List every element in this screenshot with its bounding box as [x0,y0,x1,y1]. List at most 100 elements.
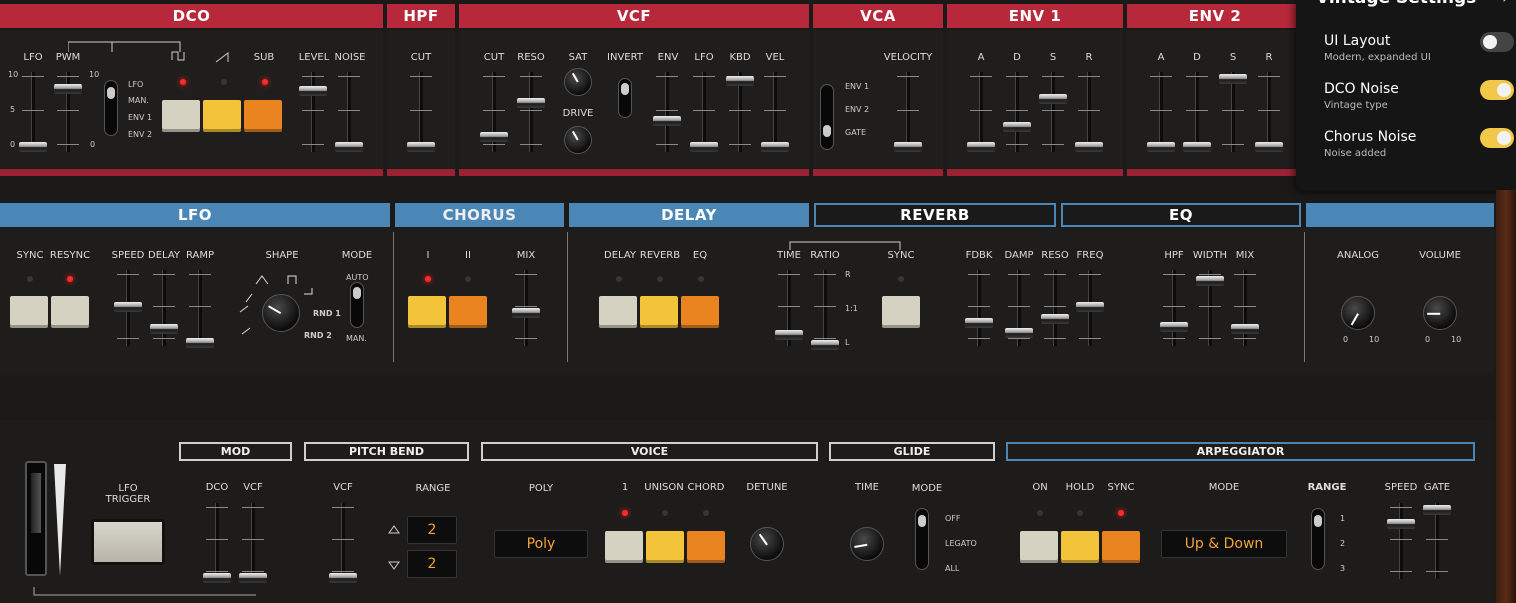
vcf-drive-label: DRIVE [562,108,594,119]
voice-detune-knob[interactable] [750,527,784,561]
lfo-ramp-fader[interactable] [185,270,215,348]
vcf-reso-fader[interactable] [516,72,546,152]
reverb-reso-fader[interactable] [1040,270,1070,346]
glide-time-knob[interactable] [850,527,884,561]
scale-max: 10 [89,70,100,79]
hpf-cut-fader[interactable] [406,72,436,152]
env1-s-fader[interactable] [1038,72,1068,152]
arp-on-button[interactable] [1020,531,1058,563]
scale-min: 0 [90,140,96,149]
lfo-resync-button[interactable] [51,296,89,328]
vca-velocity-fader[interactable] [893,72,923,152]
env2-d-fader[interactable] [1182,72,1212,152]
voice-unison-label: UNISON [644,482,684,493]
arp-mode-display[interactable]: Up & Down [1161,530,1287,558]
section-header-output [1306,203,1494,227]
eq-mix-fader[interactable] [1230,270,1260,346]
dco-source-env2: ENV 2 [128,130,153,139]
setting-chorus-noise-sub: Noise added [1324,148,1387,159]
dco-pulse-button[interactable] [162,100,200,132]
glide-mode-off: OFF [945,514,961,523]
eq-hpf-fader[interactable] [1159,270,1189,346]
dco-pulse-led [180,79,186,85]
analog-min: 0 [1343,335,1349,344]
dco-lfo-fader[interactable] [18,72,48,152]
chorus-noise-toggle[interactable] [1480,128,1514,148]
glide-box-header: GLIDE [829,442,995,461]
arp-hold-button[interactable] [1061,531,1099,563]
ui-layout-toggle[interactable] [1480,32,1514,52]
pitch-range-up-display[interactable]: 2 [407,516,457,544]
vcf-lfo-fader[interactable] [689,72,719,152]
chorus-i-label: I [426,250,430,261]
glide-mode-switch[interactable] [915,508,929,570]
eq-enable-button[interactable] [681,296,719,328]
arp-range-switch[interactable] [1311,508,1325,570]
voice-unison-button[interactable] [646,531,684,563]
env2-s-fader[interactable] [1218,72,1248,152]
dco-source-switch[interactable] [104,80,118,136]
pitch-range-down-display[interactable]: 2 [407,550,457,578]
lfo-sync-button[interactable] [10,296,48,328]
eq-width-fader[interactable] [1195,270,1225,346]
section-header-env2: ENV 2 [1127,4,1303,28]
delay-enable-button[interactable] [599,296,637,328]
env2-a-fader[interactable] [1146,72,1176,152]
voice-1-button[interactable] [605,531,643,563]
delay-ratio-fader[interactable] [810,270,840,350]
voice-poly-display[interactable]: Poly [494,530,588,558]
dco-level-fader[interactable] [298,72,328,152]
vcf-env-fader[interactable] [652,72,682,152]
volume-knob[interactable] [1423,296,1457,330]
arp-speed-fader[interactable] [1386,503,1416,579]
delay-reverb-label: REVERB [639,250,681,261]
reverb-damp-fader[interactable] [1004,270,1034,346]
chorus-i-button[interactable] [408,296,446,328]
chorus-mix-fader[interactable] [511,270,541,346]
delay-sync-button[interactable] [882,296,920,328]
lfo-trigger-button[interactable] [91,519,165,565]
vcf-cut-fader[interactable] [479,72,509,152]
volume-max: 10 [1451,335,1462,344]
vcf-sat-knob[interactable] [564,68,592,96]
dco-noise-fader[interactable] [334,72,364,152]
settings-close-icon[interactable]: › [1502,0,1509,8]
mod-dco-fader[interactable] [202,503,232,583]
env2-r-fader[interactable] [1254,72,1284,152]
divider [567,232,568,362]
pitch-vcf-label: VCF [333,482,353,493]
lfo-mode-switch[interactable] [350,282,364,328]
delay-time-label: TIME [776,250,802,261]
dco-pwm-fader[interactable] [53,72,83,152]
reverb-fdbk-fader[interactable] [964,270,994,346]
pitch-bend-box-header: PITCH BEND [304,442,469,461]
dco-sub-button[interactable] [244,100,282,132]
lfo-speed-fader[interactable] [113,270,143,346]
vca-mode-switch[interactable] [820,84,834,150]
reverb-enable-button[interactable] [640,296,678,328]
pitch-bender[interactable] [25,461,47,576]
env1-a-fader[interactable] [966,72,996,152]
vcf-drive-knob[interactable] [564,126,592,154]
vcf-kbd-fader[interactable] [725,72,755,152]
arp-sync-button[interactable] [1102,531,1140,563]
section-header-vca: VCA [813,4,943,28]
voice-chord-button[interactable] [687,531,725,563]
env1-d-fader[interactable] [1002,72,1032,152]
mod-vcf-fader[interactable] [238,503,268,583]
env1-r-fader[interactable] [1074,72,1104,152]
reverb-freq-fader[interactable] [1075,270,1105,346]
chorus-ii-button[interactable] [449,296,487,328]
delay-time-fader[interactable] [774,270,804,346]
pitch-vcf-fader[interactable] [328,503,358,583]
mod-wheel[interactable] [52,462,68,578]
arp-gate-fader[interactable] [1422,503,1452,579]
analog-knob[interactable] [1341,296,1375,330]
dco-noise-toggle[interactable] [1480,80,1514,100]
vcf-invert-switch[interactable] [618,78,632,118]
lfo-delay-fader[interactable] [149,270,179,346]
section-header-eq: EQ [1061,203,1301,227]
dco-saw-button[interactable] [203,100,241,132]
vcf-vel-fader[interactable] [760,72,790,152]
range-arrows-icon[interactable] [388,524,400,572]
